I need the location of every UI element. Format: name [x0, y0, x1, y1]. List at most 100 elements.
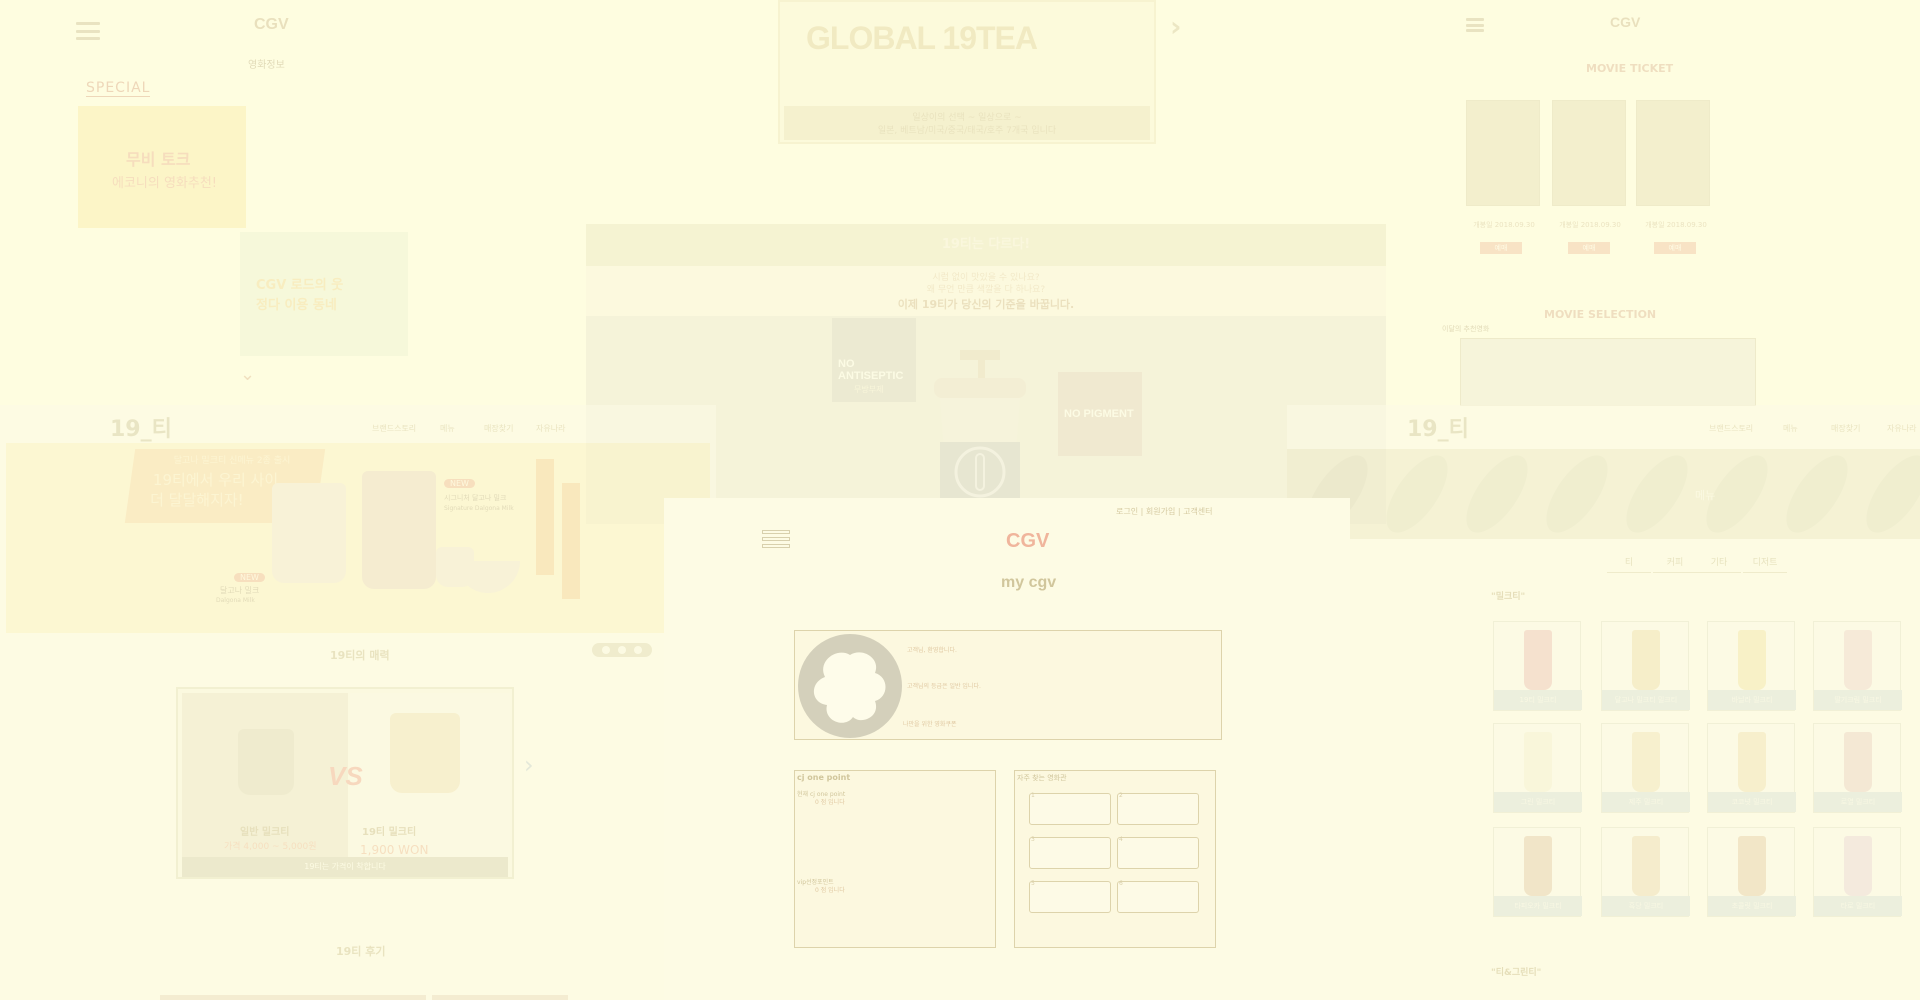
cj-one-point-title: cj one point [797, 773, 851, 782]
drink-image [390, 713, 460, 793]
menu-tile-name: 바닐라 밀크티 [1708, 690, 1796, 710]
cgv-road-line2: 정다 이용 동네 [256, 298, 337, 313]
movie-poster[interactable] [1636, 100, 1710, 206]
carousel-dot[interactable] [634, 646, 642, 654]
menu-tile[interactable]: 바닐라 밀크티 [1707, 621, 1796, 711]
nav-store-finder[interactable]: 매장찾기 [484, 423, 513, 434]
profile-greeting: 고객님, 환영합니다. [907, 647, 957, 654]
cgv-logo[interactable]: CGV [1006, 530, 1049, 553]
chevron-right-icon[interactable]: › [524, 751, 534, 779]
profile-coupon: 나만을 위한 영화쿠폰 [903, 721, 957, 728]
page-title: my cgv [1001, 574, 1057, 591]
menu-hero-banner: 메뉴 [1287, 445, 1920, 543]
theater-slot[interactable]: 4 [1117, 836, 1199, 869]
menu-tile[interactable]: 초콜릿 밀크티 [1707, 827, 1796, 917]
nav-store-finder[interactable]: 매장찾기 [1831, 423, 1860, 434]
menu-tile[interactable]: 딸기크림 밀크티 [1813, 621, 1902, 711]
tab-tea[interactable]: 티 [1607, 555, 1651, 573]
avatar[interactable] [797, 633, 903, 739]
menu-tile[interactable]: 타로 밀크티 [1813, 827, 1902, 917]
hero-small-text: 달고나 밀크티 신메뉴 2종 출시 [173, 456, 291, 466]
hero-banner[interactable]: 달고나 밀크티 신메뉴 2종 출시 19티에서 우리 사이 더 달달해지자! N… [6, 443, 710, 657]
theater-slot[interactable]: 6 [1117, 880, 1199, 913]
tea19-milktea-name: 19티 밀크티 [362, 827, 417, 838]
carousel-dot[interactable] [602, 646, 610, 654]
menu-tile-name: 19티 밀크티 [1494, 690, 1582, 710]
chevron-right-icon[interactable]: › [1170, 10, 1182, 43]
nav-brand-story[interactable]: 브랜드스토리 [372, 423, 416, 434]
category-tea-title: "티&그린티" [1491, 968, 1542, 978]
brand-logo[interactable]: 19_티 [1407, 411, 1469, 443]
menu-tile[interactable]: 달고나 밀크티 밀크티 [1601, 621, 1690, 711]
movie-selection-clapper-image[interactable] [1460, 338, 1756, 406]
menu-tile[interactable]: 로열 밀크티 [1813, 723, 1902, 813]
brand-logo[interactable]: 19_티 [110, 411, 172, 443]
theater-slot[interactable]: 2 [1117, 792, 1199, 825]
carousel-dots[interactable] [592, 643, 652, 657]
review-image-strip[interactable] [432, 995, 568, 1000]
menu-tile[interactable]: 흑당 밀크티 [1601, 827, 1690, 917]
account-links[interactable]: 로그인 | 회원가입 | 고객센터 [1116, 506, 1213, 517]
theater-slot[interactable]: 1 [1029, 792, 1111, 825]
slot-number: 4 [1119, 836, 1123, 843]
theater-slot[interactable]: 5 [1029, 880, 1111, 913]
reserve-button[interactable]: 예매 [1480, 242, 1522, 254]
menu-tile[interactable]: 그린 밀크티 [1493, 723, 1582, 813]
no-pigment-card[interactable]: NO PIGMENT [1058, 372, 1142, 456]
movie-poster[interactable] [1552, 100, 1626, 206]
chevron-down-icon[interactable]: ⌄ [240, 364, 262, 385]
movie-talk-card[interactable]: 무비 토크 에코니의 영화추천! [78, 106, 246, 228]
nav-board[interactable]: 자유나라 [1887, 423, 1916, 434]
tea19-milktea-price: 1,900 WON [360, 843, 429, 857]
no-antiseptic-sub: 무방부제 [854, 385, 884, 394]
cj-one-point-box: cj one point 현재 cj one point 0 점 입니다 vip… [794, 770, 996, 948]
hamburger-menu-icon[interactable] [762, 530, 790, 554]
nav-brand-story[interactable]: 브랜드스토리 [1709, 423, 1753, 434]
selection-caption: 이달의 추천영화 [1442, 325, 1490, 333]
movie-ticket-title: MOVIE TICKET [1586, 62, 1674, 75]
menu-tile-name: 제주 밀크티 [1602, 792, 1690, 812]
cgv-road-card[interactable]: CGV 로드의 웃 정다 이용 동네 [240, 232, 408, 356]
tab-etc[interactable]: 기타 [1697, 555, 1741, 573]
hamburger-menu-icon[interactable] [76, 22, 100, 40]
tab-coffee[interactable]: 커피 [1653, 555, 1697, 573]
regular-milktea-name: 일반 밀크티 [240, 827, 290, 838]
hamburger-menu-icon[interactable] [1466, 18, 1484, 32]
tea-subtitle-block: 시럽 없이 맛있을 수 있나요? 왜 무언 만큼 색깔을 다 하나요? 이제 1… [586, 266, 1386, 316]
cgv-logo[interactable]: CGV [254, 16, 289, 34]
nav-board[interactable]: 자유나라 [536, 423, 565, 434]
menu-tile-name: 그린 밀크티 [1494, 792, 1582, 812]
no-antiseptic-card[interactable]: NO ANTISEPTIC 무방부제 [832, 318, 916, 402]
theater-slot[interactable]: 3 [1029, 836, 1111, 869]
carousel-dot[interactable] [618, 646, 626, 654]
movie-talk-title: 무비 토크 [126, 150, 191, 169]
banner-line1: 일상이의 선택 ~ 일상으로 ~ [912, 113, 1022, 123]
menu-tile[interactable]: 코코넛 밀크티 [1707, 723, 1796, 813]
menu-tile[interactable]: 제주 밀크티 [1601, 723, 1690, 813]
global-19tea-banner[interactable]: GLOBAL 19TEA 일상이의 선택 ~ 일상으로 ~ 일본, 베트남/미국… [778, 0, 1156, 144]
menu-tile[interactable]: 19티 밀크티 [1493, 621, 1582, 711]
category-milktea-title: "밀크티" [1491, 592, 1526, 602]
tab-dessert[interactable]: 디저트 [1743, 555, 1787, 573]
nav-menu[interactable]: 메뉴 [1783, 423, 1798, 434]
menu-tile-name: 로열 밀크티 [1814, 792, 1902, 812]
poster-caption: 개봉일 2018.09.30 [1645, 221, 1707, 229]
menu-tile-name: 타로 밀크티 [1814, 896, 1902, 916]
menu-tile-name: 타피오카 밀크티 [1494, 896, 1582, 916]
favorite-theater-title: 자주 찾는 영화관 [1017, 774, 1067, 782]
review-image-strip[interactable] [160, 995, 426, 1000]
menu-tile[interactable]: 타피오카 밀크티 [1493, 827, 1582, 917]
reserve-button[interactable]: 예매 [1568, 242, 1610, 254]
cgv-logo[interactable]: CGV [1610, 14, 1640, 30]
subnav-label[interactable]: 영화정보 [248, 56, 285, 71]
nav-menu[interactable]: 메뉴 [440, 423, 455, 434]
poster-caption: 개봉일 2018.09.30 [1473, 221, 1535, 229]
vs-comparison-card[interactable]: 일반 밀크티 가격 4,000 ~ 5,000원 19티 밀크티 1,900 W… [176, 687, 514, 879]
mycgv-panel: 로그인 | 회원가입 | 고객센터 CGV my cgv 고객님, 환영합니다.… [664, 498, 1350, 1000]
drink-image [272, 483, 346, 583]
slot-number: 2 [1119, 792, 1123, 799]
tea-section-title: 19티는 다르다! [586, 224, 1386, 266]
movie-poster[interactable] [1466, 100, 1540, 206]
tea19-milktea-panel: 19티 밀크티 1,900 WON [350, 693, 510, 857]
reserve-button[interactable]: 예매 [1654, 242, 1696, 254]
